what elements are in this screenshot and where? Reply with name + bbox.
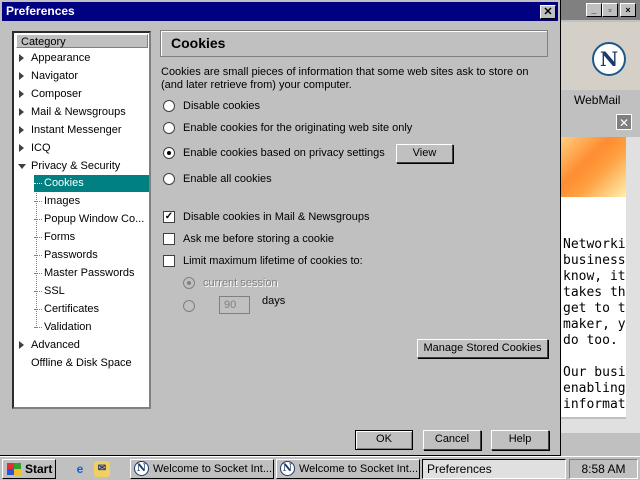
vertical-scrollbar[interactable] — [626, 137, 640, 419]
page-text: Networkin business. know, it's takes the… — [563, 237, 626, 412]
tree-item-ssl[interactable]: SSL — [34, 283, 65, 300]
background-browser-window: _ ▫ × N WebMail ✕ Networkin business. kn… — [560, 0, 640, 456]
taskbar: Start e ✉ N Welcome to Socket Int... N W… — [0, 456, 640, 480]
category-tree[interactable]: Category Appearance Navigator Composer M… — [12, 31, 151, 409]
radio-button[interactable] — [163, 122, 175, 134]
netscape-icon: N — [134, 461, 149, 476]
task-welcome-socket-2[interactable]: N Welcome to Socket Int... — [276, 459, 420, 479]
expand-icon[interactable] — [19, 90, 24, 98]
days-label: days — [262, 295, 286, 307]
tree-item-certificates[interactable]: Certificates — [34, 301, 99, 318]
expand-icon[interactable] — [19, 144, 24, 152]
panel-title: Cookies — [160, 30, 548, 57]
manage-stored-cookies-button[interactable]: Manage Stored Cookies — [417, 339, 548, 358]
checkbox[interactable] — [163, 255, 175, 267]
windows-logo-icon — [7, 463, 21, 475]
background-page-content: Networkin business. know, it's takes the… — [560, 137, 626, 417]
background-titlebar: _ ▫ × — [560, 0, 640, 20]
dialog-close-button[interactable]: ✕ — [540, 5, 556, 19]
radio-button[interactable] — [163, 173, 175, 185]
webmail-link[interactable]: WebMail — [574, 93, 620, 107]
minimize-button[interactable]: _ — [586, 3, 602, 17]
start-button[interactable]: Start — [2, 459, 56, 479]
collapse-icon[interactable] — [18, 164, 26, 169]
page-banner-image — [560, 137, 626, 197]
tree-item-passwords[interactable]: Passwords — [34, 247, 98, 264]
checkbox-checked[interactable]: ✓ — [163, 211, 175, 223]
netscape-icon: N — [280, 461, 295, 476]
expand-icon[interactable] — [19, 126, 24, 134]
tree-item-master-passwords[interactable]: Master Passwords — [34, 265, 134, 282]
tree-item-popup-windows[interactable]: Popup Window Co... — [34, 211, 144, 228]
dialog-title: Preferences — [2, 2, 558, 21]
internet-explorer-icon[interactable]: e — [72, 461, 88, 477]
view-button[interactable]: View — [396, 144, 453, 163]
tree-item-validation[interactable]: Validation — [34, 319, 92, 336]
expand-icon[interactable] — [19, 341, 24, 349]
ok-button[interactable]: OK — [355, 430, 413, 450]
category-header: Category — [16, 34, 148, 48]
sidebar-close-icon[interactable]: ✕ — [616, 114, 632, 130]
cookies-description: Cookies are small pieces of information … — [161, 66, 529, 91]
radio-button-selected[interactable] — [163, 147, 175, 159]
expand-icon[interactable] — [19, 72, 24, 80]
netscape-logo-icon: N — [592, 42, 626, 76]
preferences-dialog: Preferences ✕ Category Appearance Naviga… — [0, 0, 561, 456]
outlook-express-icon[interactable]: ✉ — [94, 461, 110, 477]
close-button[interactable]: × — [620, 3, 636, 17]
radio-button-disabled[interactable] — [183, 300, 195, 312]
days-input[interactable]: 90 — [219, 296, 250, 314]
task-preferences[interactable]: Preferences — [422, 459, 566, 479]
radio-button[interactable] — [163, 100, 175, 112]
help-button[interactable]: Help — [491, 430, 549, 450]
task-welcome-socket-1[interactable]: N Welcome to Socket Int... — [130, 459, 274, 479]
status-bar — [560, 436, 640, 454]
restore-button[interactable]: ▫ — [602, 3, 618, 17]
tree-item-cookies[interactable]: Cookies — [34, 175, 149, 192]
radio-button-disabled[interactable] — [183, 277, 195, 289]
system-tray-clock: 8:58 AM — [569, 459, 638, 479]
horizontal-scrollbar[interactable] — [560, 419, 640, 433]
cancel-button[interactable]: Cancel — [423, 430, 481, 450]
expand-icon[interactable] — [19, 54, 24, 62]
tree-item-images[interactable]: Images — [34, 193, 80, 210]
expand-icon[interactable] — [19, 108, 24, 116]
tree-item-forms[interactable]: Forms — [34, 229, 75, 246]
checkbox[interactable] — [163, 233, 175, 245]
